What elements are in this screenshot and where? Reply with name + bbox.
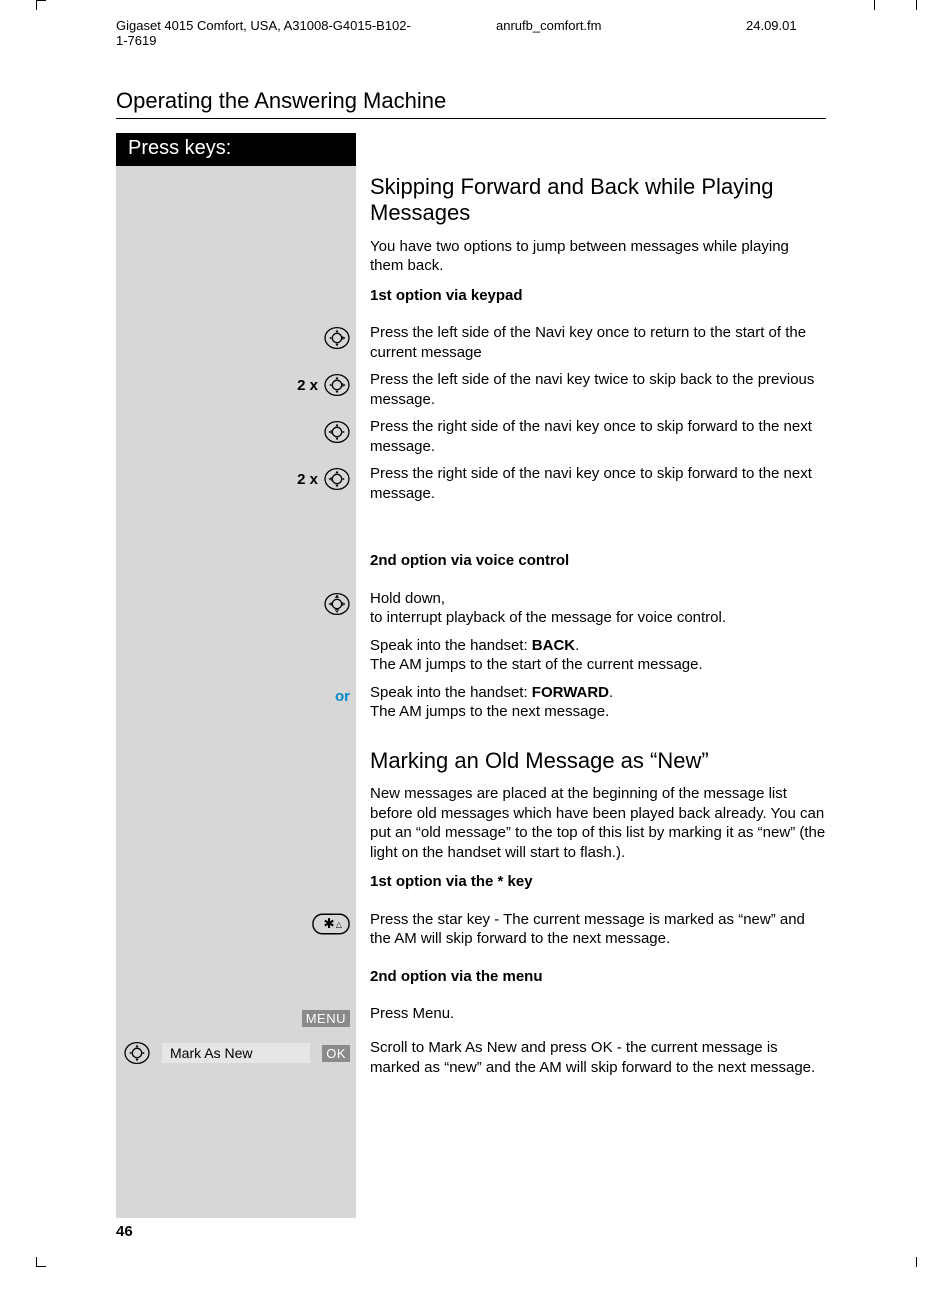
voice-hold-row: Hold down, to interrupt playback of the … <box>116 589 826 628</box>
speak-back-pre: Speak into the handset: <box>370 637 532 654</box>
step-text-3: Press the right side of the navi key onc… <box>356 417 826 456</box>
or-label: or <box>335 688 350 705</box>
speak-fwd-word: FORWARD <box>532 684 609 701</box>
step-row-4: 2 x Press the right side of the navi key… <box>116 464 826 503</box>
mark-intro: New messages are placed at the beginning… <box>370 784 826 862</box>
page-number: 46 <box>116 1223 133 1240</box>
title-rule <box>116 118 826 119</box>
header-product: Gigaset 4015 Comfort, USA, A31008-G4015-… <box>116 18 416 48</box>
mark-as-new-row: Mark As New OK Scroll to Mark As New and… <box>116 1038 826 1077</box>
svg-text:△: △ <box>336 920 343 929</box>
header-date: 24.09.01 <box>746 18 826 48</box>
speak-fwd-result: The AM jumps to the next message. <box>370 703 609 720</box>
navi-key-icon <box>324 466 350 492</box>
mark-opt2-head: 2nd option via the menu <box>370 967 826 987</box>
mark-opt1-head: 1st option via the * key <box>370 872 826 892</box>
navi-key-up-icon <box>324 591 350 617</box>
hold-down-1: Hold down, <box>370 590 445 607</box>
ok-text: Scroll to Mark As New and press OK - the… <box>356 1038 826 1077</box>
skip-opt2-head: 2nd option via voice control <box>370 551 826 571</box>
navi-key-icon <box>124 1040 150 1066</box>
navi-key-icon <box>324 325 350 351</box>
step-text-1: Press the left side of the Navi key once… <box>356 323 826 362</box>
step-row-1: Press the left side of the Navi key once… <box>116 323 826 362</box>
step-prefix-2: 2 x <box>297 377 318 394</box>
speak-back-result: The AM jumps to the start of the current… <box>370 656 703 673</box>
skip-heading: Skipping Forward and Back while Playing … <box>370 174 826 227</box>
menu-item-mark-as-new: Mark As New <box>162 1043 310 1063</box>
press-keys-bar: Press keys: <box>116 133 356 166</box>
skip-opt1-head: 1st option via keypad <box>370 286 826 306</box>
header-file: anrufb_comfort.fm <box>496 18 666 48</box>
doc-header: Gigaset 4015 Comfort, USA, A31008-G4015-… <box>116 18 826 48</box>
step-row-2: 2 x Press the left side of the navi key … <box>116 370 826 409</box>
speak-fwd-pre: Speak into the handset: <box>370 684 532 701</box>
mark-heading: Marking an Old Message as “New” <box>370 748 826 774</box>
star-text: Press the star key - The current message… <box>356 910 826 949</box>
menu-text: Press Menu. <box>356 1004 826 1024</box>
star-key-icon: ✱△ <box>312 913 350 935</box>
speak-back-word: BACK <box>532 637 575 654</box>
section-title: Operating the Answering Machine <box>116 88 826 114</box>
skip-intro: You have two options to jump between mes… <box>370 237 826 276</box>
menu-softkey-icon: MENU <box>302 1010 350 1027</box>
hold-down-2: to interrupt playback of the message for… <box>370 609 726 626</box>
step-text-4: Press the right side of the navi key onc… <box>356 464 826 503</box>
speak-fwd-post: . <box>609 684 613 701</box>
step-row-3: Press the right side of the navi key onc… <box>116 417 826 456</box>
navi-key-icon <box>324 372 350 398</box>
menu-row: MENU Press Menu. <box>116 1004 826 1030</box>
svg-text:✱: ✱ <box>323 916 334 931</box>
step-prefix-4: 2 x <box>297 471 318 488</box>
step-text-2: Press the left side of the navi key twic… <box>356 370 826 409</box>
star-row: ✱△ Press the star key - The current mess… <box>116 910 826 949</box>
speak-back-post: . <box>575 637 579 654</box>
ok-softkey-icon: OK <box>322 1045 350 1062</box>
navi-key-icon <box>324 419 350 445</box>
